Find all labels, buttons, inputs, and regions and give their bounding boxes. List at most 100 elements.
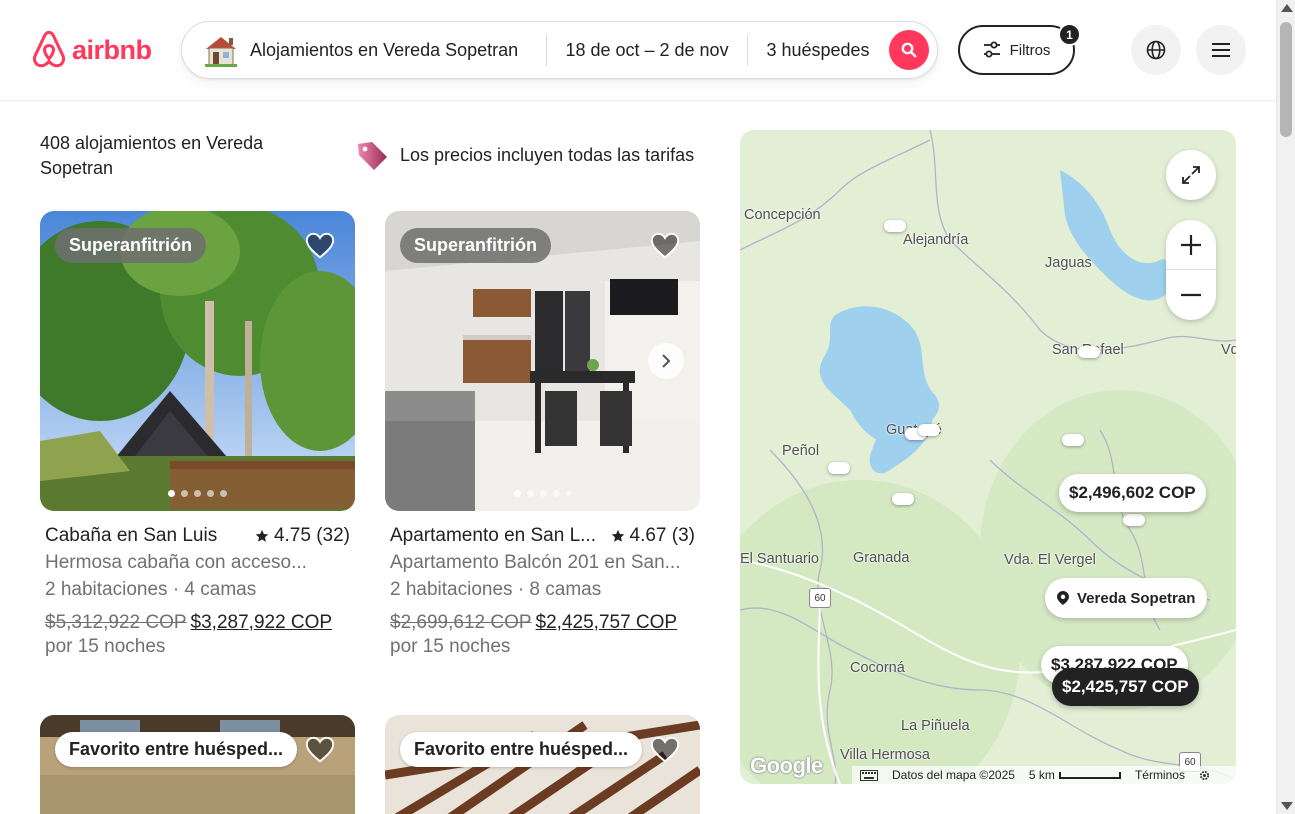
map-marker-small[interactable] [892,493,914,505]
scroll-up-arrow[interactable] [1281,4,1293,12]
photo-dot [514,490,521,497]
route-shield: 60 [809,588,831,608]
listing-photo[interactable]: Favorito entre huésped... [385,715,700,814]
map-marker-small[interactable] [918,424,940,436]
globe-icon [1146,40,1166,60]
results-map[interactable]: Concepción Alejandría Jaguas San Rafael … [740,130,1236,784]
price-notice: Los precios incluyen todas las tarifas [354,138,694,172]
search-location[interactable]: Alojamientos en Vereda Sopetran [182,22,546,78]
listing-card[interactable]: Favorito entre huésped... [385,715,700,814]
map-footer: Datos del mapa ©2025 5 km Términos [852,766,1236,784]
map-price-marker[interactable]: $2,496,602 COP [1059,474,1206,512]
listing-rating: 4.67 (3) [611,525,695,547]
chevron-right-icon [662,354,671,368]
heart-icon[interactable] [305,231,335,261]
photo-dot [540,490,547,497]
zoom-out-button[interactable] [1166,270,1216,320]
listing-details: 2 habitaciones · 8 camas [390,579,602,600]
listing-price[interactable]: $2,699,612 COP $2,425,757 COP [385,612,700,634]
listing-new-price[interactable]: $2,425,757 COP [536,612,678,633]
scale-bar [1058,771,1121,779]
logo-text: airbnb [72,34,152,65]
top-header: airbnb Alojamientos en Vereda Sopetran 1… [0,0,1276,101]
listing-old-price: $5,312,922 COP [45,612,187,633]
map-marker-small[interactable] [1078,346,1100,358]
map-terms-link[interactable]: Términos [1135,768,1185,782]
listing-description: Hermosa cabaña con acceso... [45,552,307,573]
photo-dot [566,491,571,496]
photo-dots [40,490,355,497]
scroll-down-arrow[interactable] [1281,802,1293,810]
map-marker-small[interactable] [1062,434,1084,446]
map-price-marker-selected[interactable]: $2,425,757 COP [1052,668,1199,706]
sliders-icon [983,41,1000,58]
listing-title: Cabaña en San Luis [45,525,218,546]
language-button[interactable] [1131,25,1181,75]
search-bar[interactable]: Alojamientos en Vereda Sopetran 18 de oc… [181,21,938,79]
map-scale: 5 km [1029,768,1121,782]
listing-rating-text: 4.67 (3) [629,525,695,546]
heart-icon[interactable] [650,735,680,765]
map-place-label: El Santuario [740,551,819,567]
photo-dot [181,490,188,497]
hamburger-icon [1212,43,1230,57]
listing-badge: Superanfitrión [400,228,552,263]
search-icon [901,42,917,58]
map-place-label: Vd [1221,342,1236,358]
menu-button[interactable] [1196,25,1246,75]
photo-dot [527,490,534,497]
map-marker-small[interactable] [1123,514,1145,526]
search-guests[interactable]: 3 huéspedes [748,22,888,78]
heart-icon[interactable] [650,231,680,261]
map-scale-label: 5 km [1028,768,1055,782]
listing-rating-text: 4.75 (32) [273,525,350,546]
price-notice-text: Los precios incluyen todas las tarifas [400,144,695,165]
photo-dot [194,490,201,497]
page-scrollbar[interactable] [1276,0,1295,814]
map-marker-small[interactable] [828,462,850,474]
listing-details: 2 habitaciones · 4 camas [45,579,257,600]
photo-dot [168,490,175,497]
zoom-in-button[interactable] [1166,220,1216,270]
keyboard-icon[interactable] [860,769,878,781]
results-count: 408 alojamientos en Vereda Sopetran [40,133,264,178]
listing-price[interactable]: $5,312,922 COP $3,287,922 COP [40,612,355,634]
map-place-label: Peñol [782,443,820,459]
filters-label: Filtros [1009,41,1051,59]
scroll-thumb[interactable] [1280,22,1292,137]
map-place-label: Concepción [744,207,821,223]
listing-nights: por 15 noches [390,636,511,657]
next-photo-button[interactable] [648,343,684,379]
listing-card[interactable]: Superanfitrión Apartamento en San L... 4… [385,211,700,658]
listing-photo[interactable]: Superanfitrión [385,211,700,511]
listing-new-price[interactable]: $3,287,922 COP [191,612,333,633]
google-logo: Google [750,753,823,778]
filters-count-badge: 1 [1058,23,1081,46]
map-place-label: Vda. El Vergel [1004,552,1096,568]
star-icon [255,529,269,542]
map-place-label: Villa Hermosa [840,747,930,763]
location-marker[interactable]: Vereda Sopetran [1045,578,1208,618]
listing-title: Apartamento en San L... [390,525,596,546]
listing-nights: por 15 noches [45,636,166,657]
airbnb-logo-icon [32,30,66,68]
listing-old-price: $2,699,612 COP [390,612,532,633]
listing-photo[interactable]: Superanfitrión [40,211,355,511]
settings-icon[interactable] [1199,770,1210,781]
search-dates[interactable]: 18 de oct – 2 de nov [547,22,747,78]
photo-dot [553,490,560,497]
photo-dot [207,490,214,497]
map-place-label: La Piñuela [901,718,970,734]
heart-icon[interactable] [305,735,335,765]
map-marker-small[interactable] [884,220,906,232]
listing-card[interactable]: Favorito entre huésped... [40,715,355,814]
photo-dot [220,490,227,497]
airbnb-logo[interactable]: airbnb [30,30,152,70]
star-icon [611,529,624,542]
listing-card[interactable]: Superanfitrión Cabaña en San Luis 4.75 (… [40,211,355,658]
search-button[interactable] [889,30,929,70]
expand-icon [1182,166,1200,184]
expand-map-button[interactable] [1166,150,1216,200]
listing-photo[interactable]: Favorito entre huésped... [40,715,355,814]
map-place-label: Cocorná [850,660,905,676]
